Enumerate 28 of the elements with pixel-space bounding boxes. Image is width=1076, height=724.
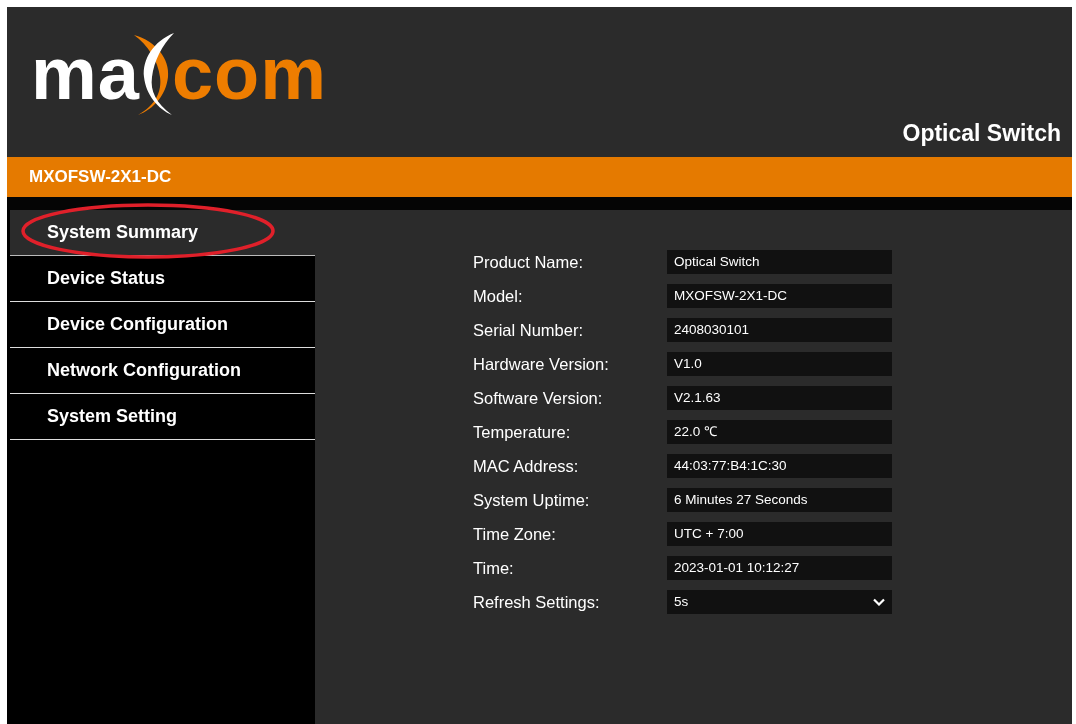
nav-item[interactable]: System Summary [10, 210, 315, 256]
field-value: V2.1.63 [667, 386, 892, 410]
product-title: Optical Switch [902, 120, 1061, 147]
field-label: Time: [473, 558, 515, 578]
refresh-select[interactable]: 5s [667, 590, 892, 614]
field-value: V1.0 [667, 352, 892, 376]
field-label: Serial Number: [473, 320, 585, 340]
field-label: Temperature: [473, 422, 572, 442]
field-value: 44:03:77:B4:1C:30 [667, 454, 892, 478]
chevron-down-icon [873, 598, 885, 606]
field-label: Hardware Version: [473, 354, 610, 374]
logo-text: com [171, 37, 328, 111]
field-value: 2408030101 [667, 318, 892, 342]
field-value: 2023-01-01 10:12:27 [667, 556, 892, 580]
field-label: Refresh Settings: [473, 592, 601, 612]
field-value: MXOFSW-2X1-DC [667, 284, 892, 308]
field-label: Time Zone: [473, 524, 557, 544]
field-label: Software Version: [473, 388, 604, 408]
model-name: MXOFSW-2X1-DC [29, 167, 172, 187]
field-value: UTC + 7:00 [667, 522, 892, 546]
field-label: MAC Address: [473, 456, 580, 476]
logo-text: ma [31, 37, 140, 111]
field-value: 6 Minutes 27 Seconds [667, 488, 892, 512]
field-label: System Uptime: [473, 490, 591, 510]
field-label: Model: [473, 286, 524, 306]
field-value: Optical Switch [667, 250, 892, 274]
field-value: 22.0 ℃ [667, 420, 892, 444]
field-label: Product Name: [473, 252, 585, 272]
